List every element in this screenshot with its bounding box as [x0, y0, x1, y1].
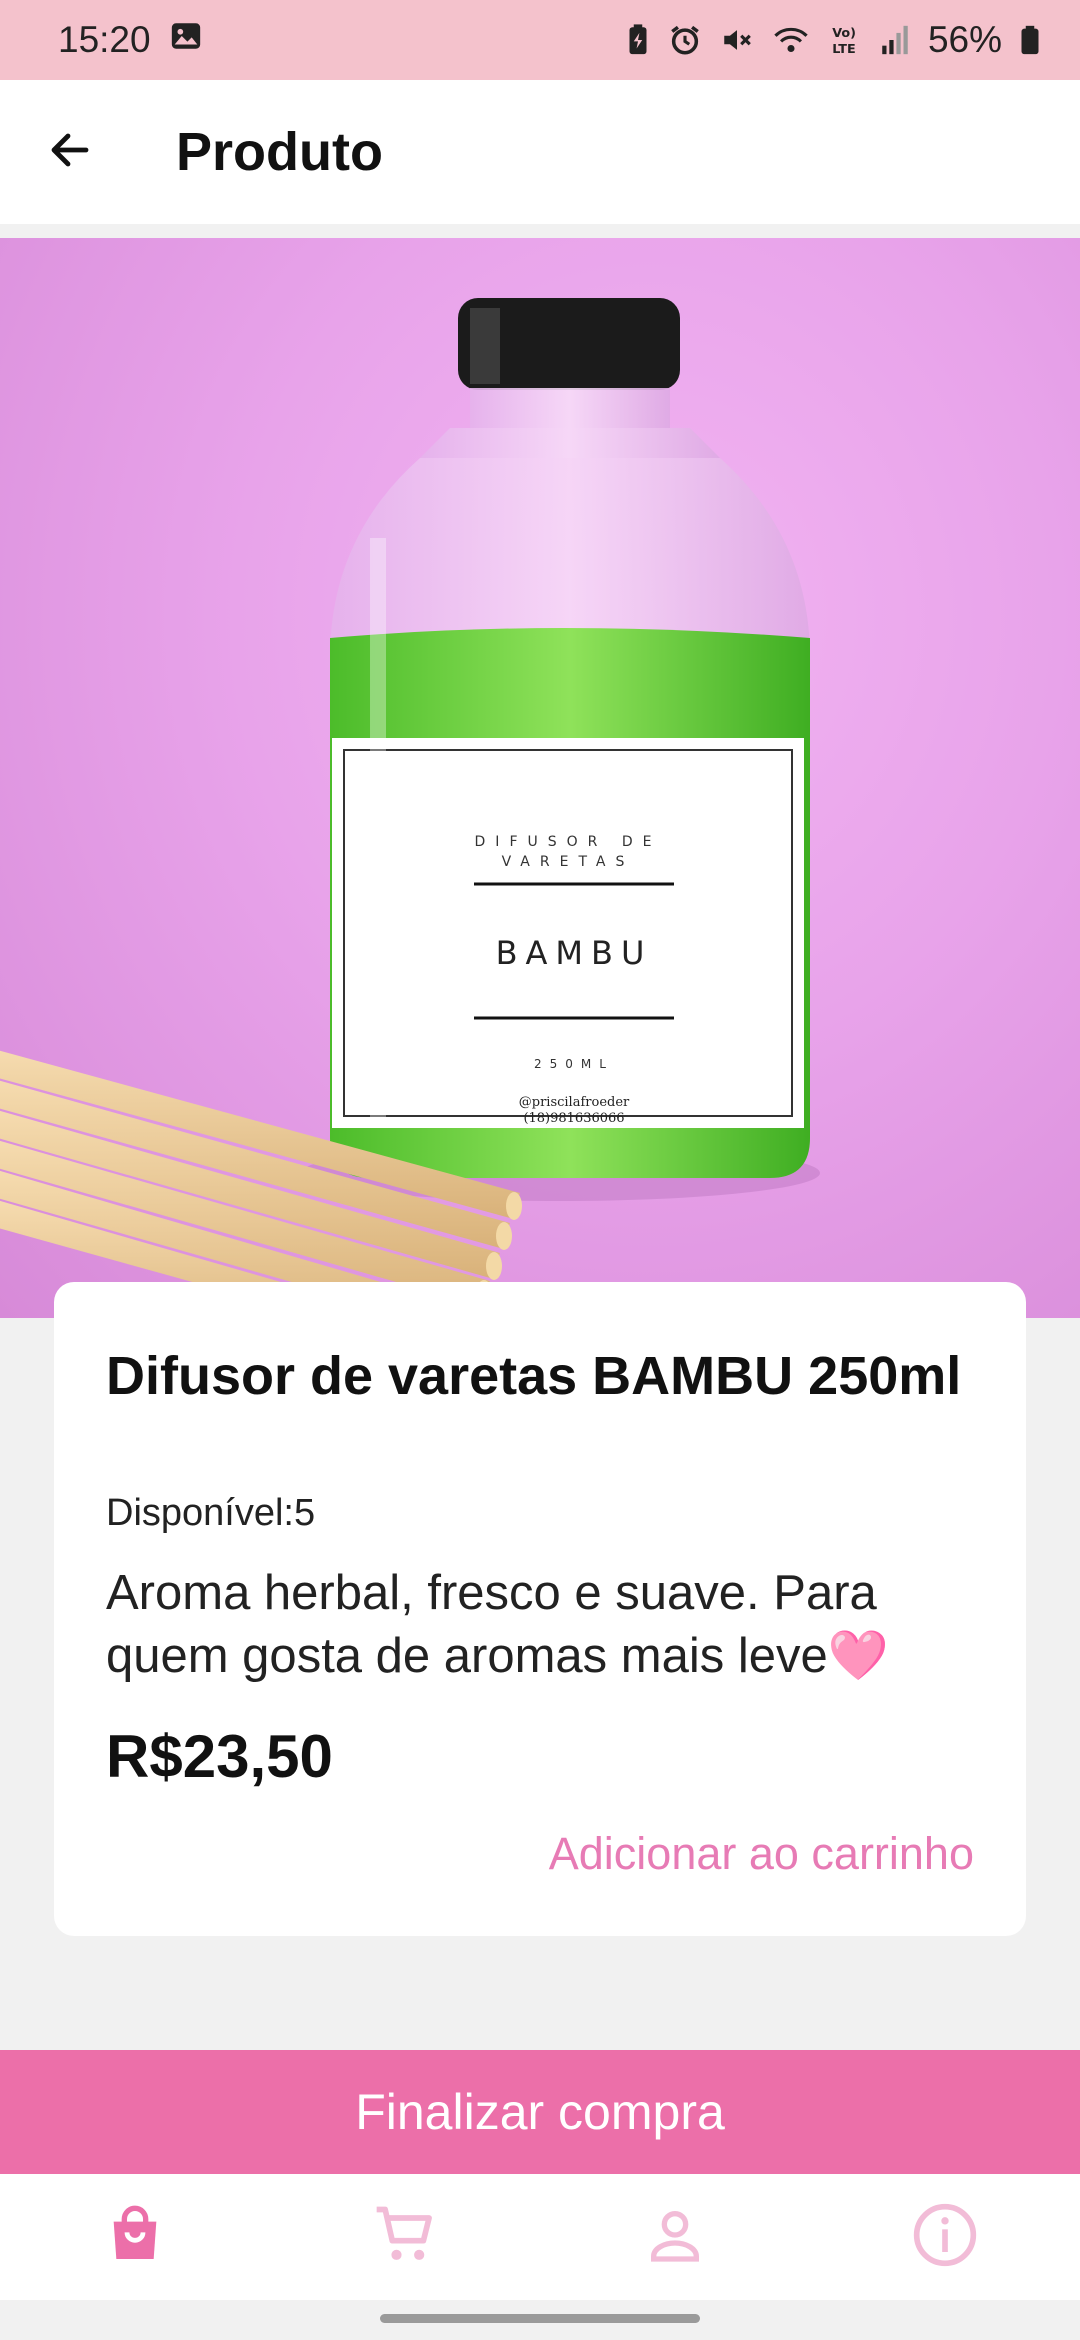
alarm-icon	[668, 23, 702, 57]
info-icon	[911, 2201, 979, 2274]
product-card: Difusor de varetas BAMBU 250ml Disponíve…	[54, 1282, 1026, 1936]
battery-saver-icon	[626, 23, 650, 57]
bottom-nav	[0, 2174, 1080, 2300]
nav-item-shop[interactable]	[35, 2174, 235, 2300]
add-to-cart-button[interactable]: Adicionar ao carrinho	[549, 1828, 974, 1880]
svg-text:Vo): Vo)	[832, 26, 856, 41]
label-line1: DIFUSOR DE	[475, 834, 662, 850]
checkout-button[interactable]: Finalizar compra	[0, 2050, 1080, 2174]
gesture-handle[interactable]	[380, 2314, 700, 2323]
label-phone: (18)981636066	[523, 1111, 624, 1126]
cart-icon	[371, 2201, 439, 2274]
shopping-bag-icon	[103, 2203, 167, 2272]
arrow-left-icon	[46, 126, 94, 179]
user-icon	[643, 2203, 707, 2272]
gesture-bar	[0, 2300, 1080, 2340]
label-line2: VARETAS	[502, 854, 635, 870]
back-button[interactable]	[0, 80, 140, 224]
product-image: DIFUSOR DE VARETAS BAMBU 250ML @priscila…	[0, 238, 1080, 1318]
battery-icon	[1020, 23, 1040, 57]
svg-text:LTE: LTE	[832, 42, 855, 57]
status-right: Vo) LTE 56%	[626, 19, 1040, 61]
volte-icon: Vo) LTE	[828, 23, 862, 57]
label-handle: @priscilafroeder	[519, 1095, 630, 1110]
product-name: Difusor de varetas BAMBU 250ml	[106, 1346, 962, 1406]
mute-icon	[720, 23, 754, 57]
stock-count: Disponível:5	[106, 1492, 316, 1534]
label-name: BAMBU	[496, 934, 653, 972]
nav-item-profile[interactable]	[575, 2174, 775, 2300]
page-title: Produto	[176, 122, 383, 182]
product-price: R$23,50	[106, 1723, 333, 1790]
status-bar: 15:20 Vo) LTE 56%	[0, 0, 1080, 80]
battery-text: 56%	[927, 19, 1002, 60]
nav-item-info[interactable]	[845, 2174, 1045, 2300]
signal-icon	[880, 23, 910, 57]
app-bar: Produto	[0, 80, 1080, 224]
image-icon	[169, 19, 203, 62]
status-time: 15:20	[58, 19, 151, 60]
label-volume: 250ML	[534, 1057, 614, 1071]
nav-item-cart[interactable]	[305, 2174, 505, 2300]
status-left: 15:20	[58, 19, 203, 62]
wifi-icon	[772, 23, 810, 57]
product-photo: DIFUSOR DE VARETAS BAMBU 250ML @priscila…	[0, 298, 820, 1318]
product-description: Aroma herbal, fresco e suave. Para quem …	[106, 1566, 889, 1683]
